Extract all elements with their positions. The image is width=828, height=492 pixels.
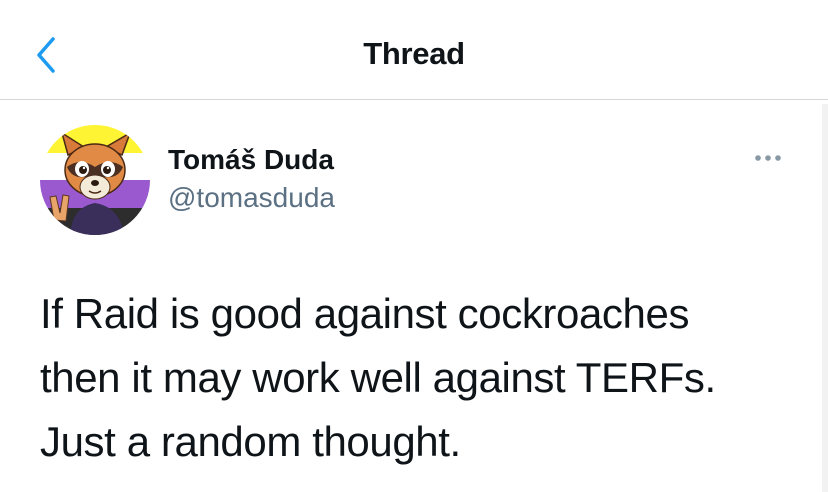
- tweet-text-line: If Raid is good against cockroaches: [40, 290, 690, 337]
- tweet-text-line: Just a random thought.: [40, 418, 461, 465]
- author-handle[interactable]: @tomasduda: [168, 182, 335, 214]
- raccoon-avatar-image: [40, 125, 150, 235]
- more-options-button[interactable]: [748, 146, 788, 170]
- author-display-name[interactable]: Tomáš Duda: [168, 144, 334, 176]
- tweet-text-line: then it may work well against TERFs.: [40, 354, 716, 401]
- thread-header: Thread: [0, 0, 828, 100]
- scrollbar-track: [822, 104, 828, 492]
- page-title: Thread: [363, 36, 465, 71]
- more-horizontal-icon: [755, 155, 781, 161]
- avatar[interactable]: [40, 125, 150, 235]
- tweet-text: If Raid is good against cockroaches then…: [40, 282, 800, 474]
